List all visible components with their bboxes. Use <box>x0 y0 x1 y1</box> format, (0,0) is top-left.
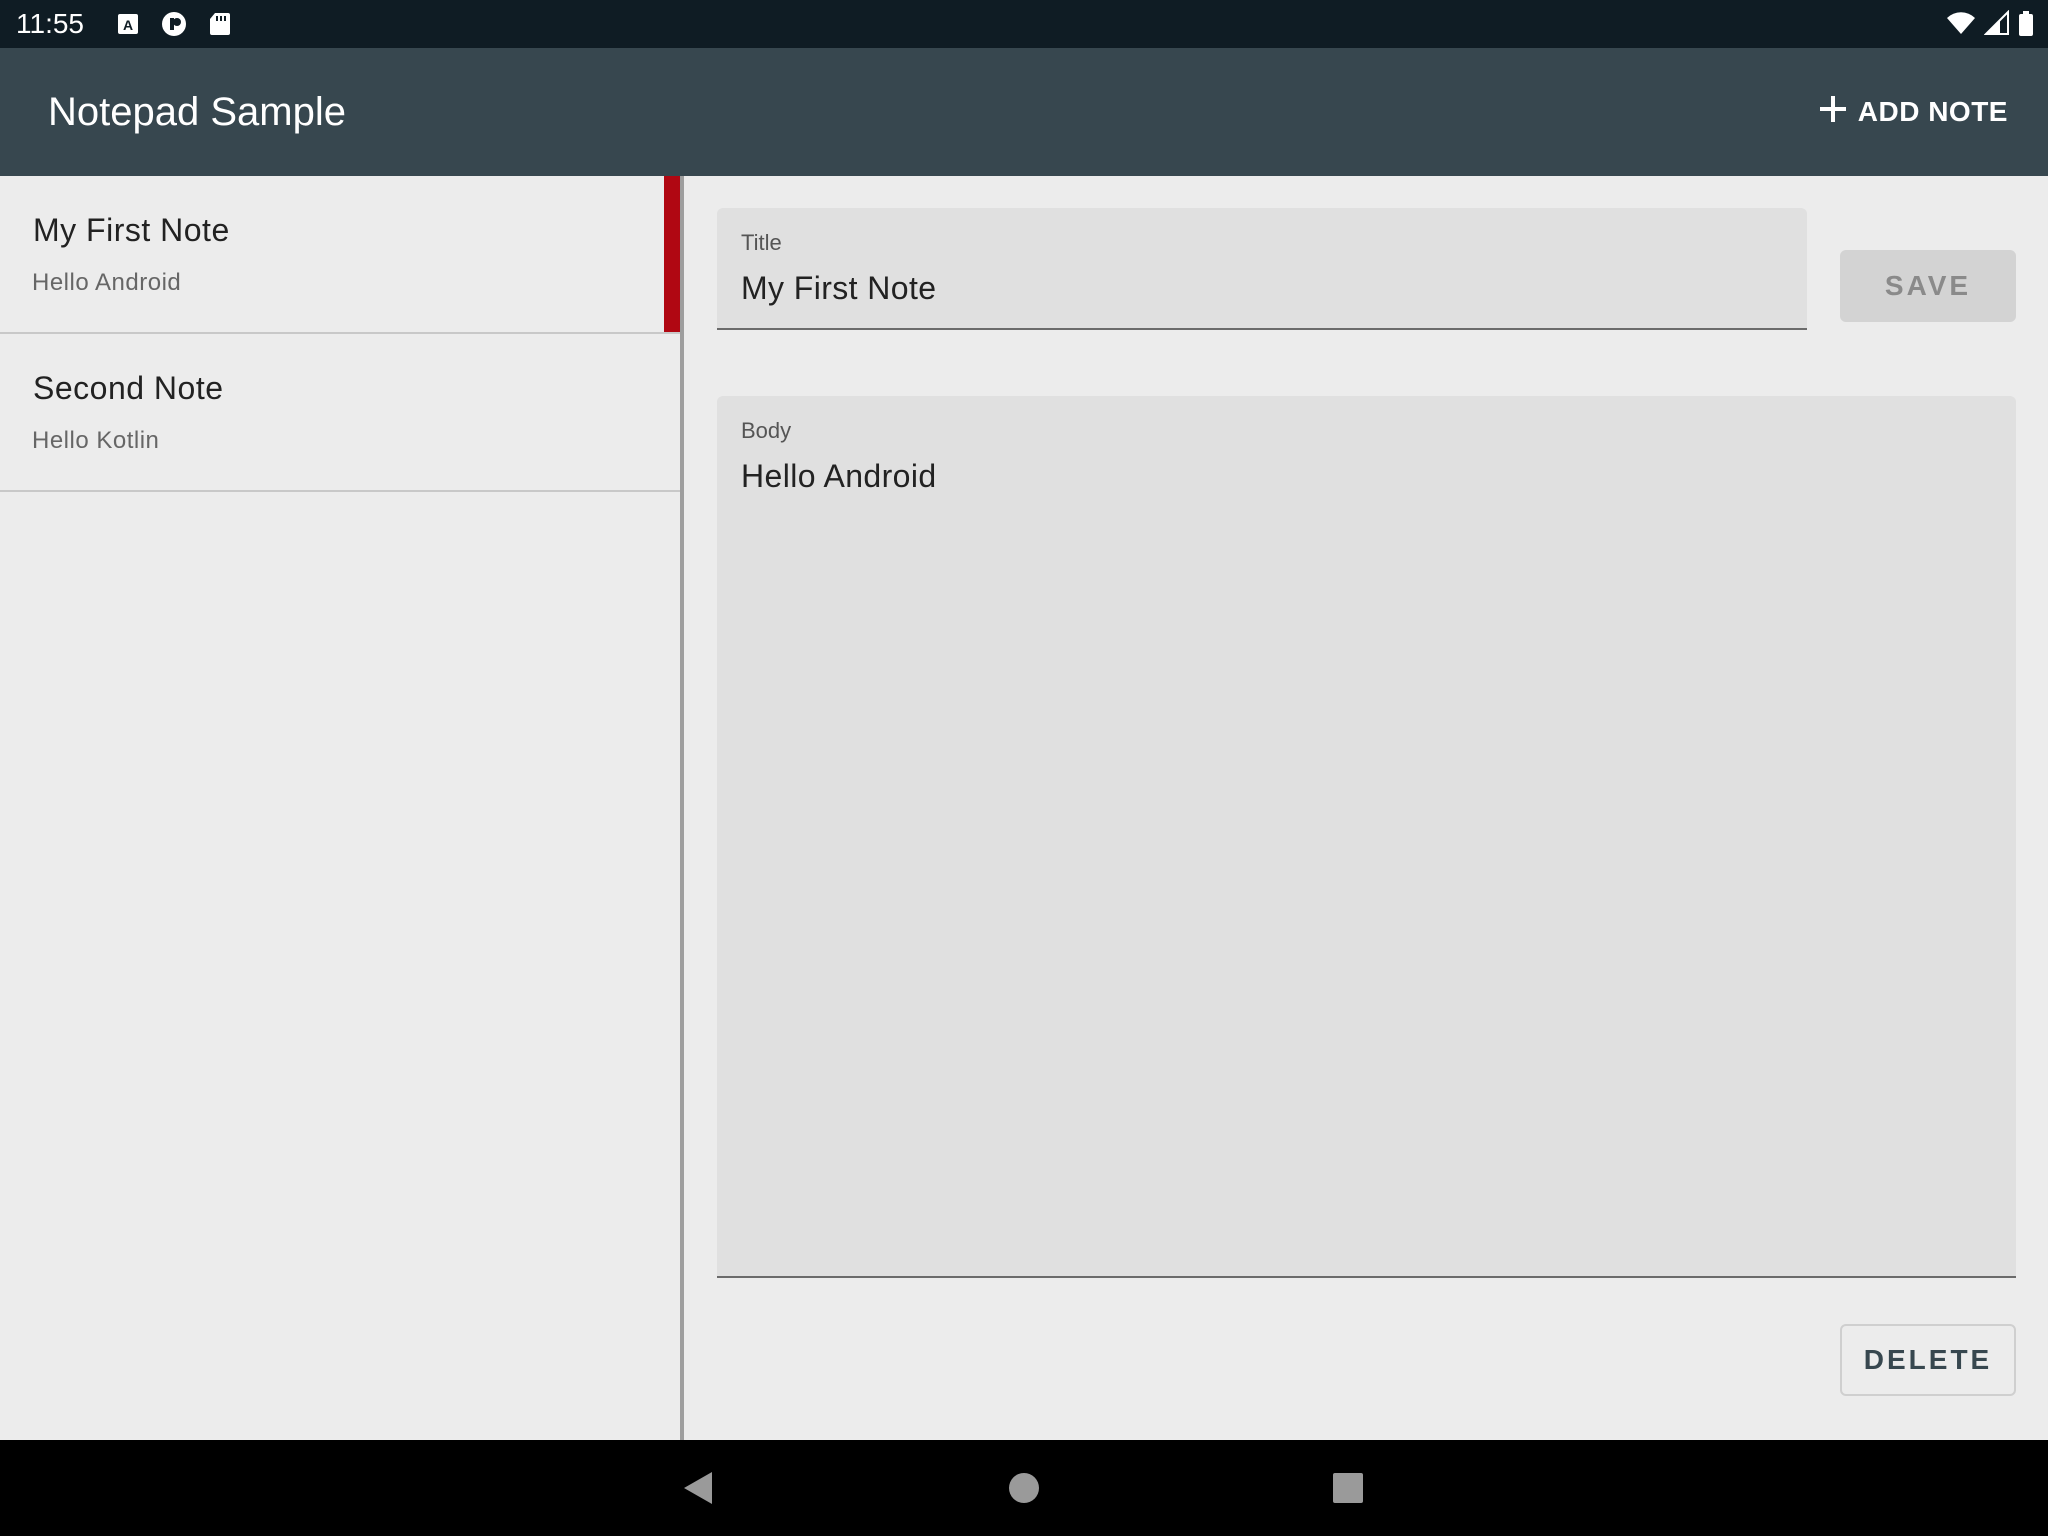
title-field-label: Title <box>741 230 782 255</box>
status-time: 11:55 <box>16 8 84 39</box>
add-note-label: ADD NOTE <box>1857 96 2008 127</box>
note-title: Second Note <box>33 370 224 406</box>
add-note-button[interactable]: ADD NOTE <box>1818 92 2008 132</box>
note-editor: Title My First Note SAVE Body Hello Andr… <box>684 176 2048 1440</box>
system-nav-bar <box>0 1440 2048 1536</box>
save-button[interactable]: SAVE <box>1840 250 2016 322</box>
status-right-icons <box>1946 9 2034 43</box>
svg-text:A: A <box>123 17 133 33</box>
plus-icon <box>1818 94 1848 131</box>
status-bar: 11:55 A <box>0 0 2048 48</box>
title-field[interactable]: Title My First Note <box>717 208 1807 330</box>
battery-icon <box>2018 10 2034 43</box>
delete-button[interactable]: DELETE <box>1840 1324 2016 1396</box>
note-list-item[interactable]: Second Note Hello Kotlin <box>0 334 680 492</box>
app-title: Notepad Sample <box>48 90 346 134</box>
note-list-item[interactable]: My First Note Hello Android <box>0 176 680 334</box>
recents-icon[interactable] <box>1332 1470 1364 1511</box>
note-preview: Hello Android <box>32 269 182 296</box>
a-notification-icon: A <box>114 10 142 43</box>
app-bar: Notepad Sample ADD NOTE <box>0 48 2048 176</box>
note-preview: Hello Kotlin <box>32 427 160 454</box>
note-list: My First Note Hello Android Second Note … <box>0 176 680 1440</box>
main-content: My First Note Hello Android Second Note … <box>0 176 2048 1440</box>
back-icon[interactable] <box>682 1470 714 1511</box>
p-notification-icon <box>160 10 188 43</box>
body-field-value[interactable]: Hello Android <box>741 456 937 496</box>
title-field-value[interactable]: My First Note <box>741 268 936 308</box>
body-field[interactable]: Body Hello Android <box>717 396 2016 1278</box>
status-left-icons: A <box>114 10 234 43</box>
wifi-icon <box>1946 10 1976 43</box>
sd-card-icon <box>206 10 234 43</box>
note-title: My First Note <box>33 212 230 248</box>
selected-indicator <box>664 176 680 332</box>
body-field-label: Body <box>741 418 792 443</box>
home-icon[interactable] <box>1008 1470 1040 1511</box>
cell-signal-icon <box>1983 9 2010 43</box>
